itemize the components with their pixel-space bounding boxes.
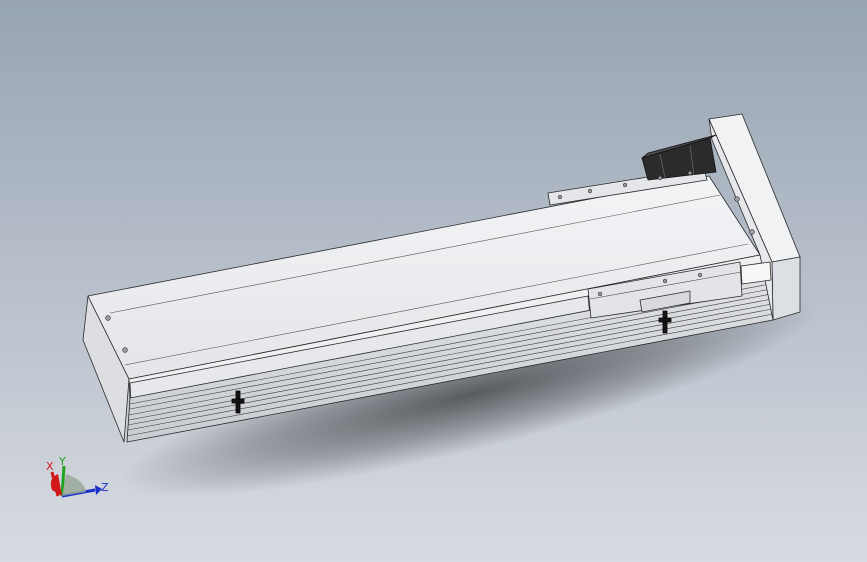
model-scene[interactable]: X Y Z xyxy=(0,0,867,562)
triad-z-label: Z xyxy=(101,481,109,494)
triad-x-label: X xyxy=(46,460,54,473)
triad-y-label: Y xyxy=(58,455,66,468)
right-end-block-front xyxy=(771,256,801,321)
right-end-window xyxy=(740,261,772,285)
graphics-viewport[interactable]: X Y Z xyxy=(0,0,867,562)
